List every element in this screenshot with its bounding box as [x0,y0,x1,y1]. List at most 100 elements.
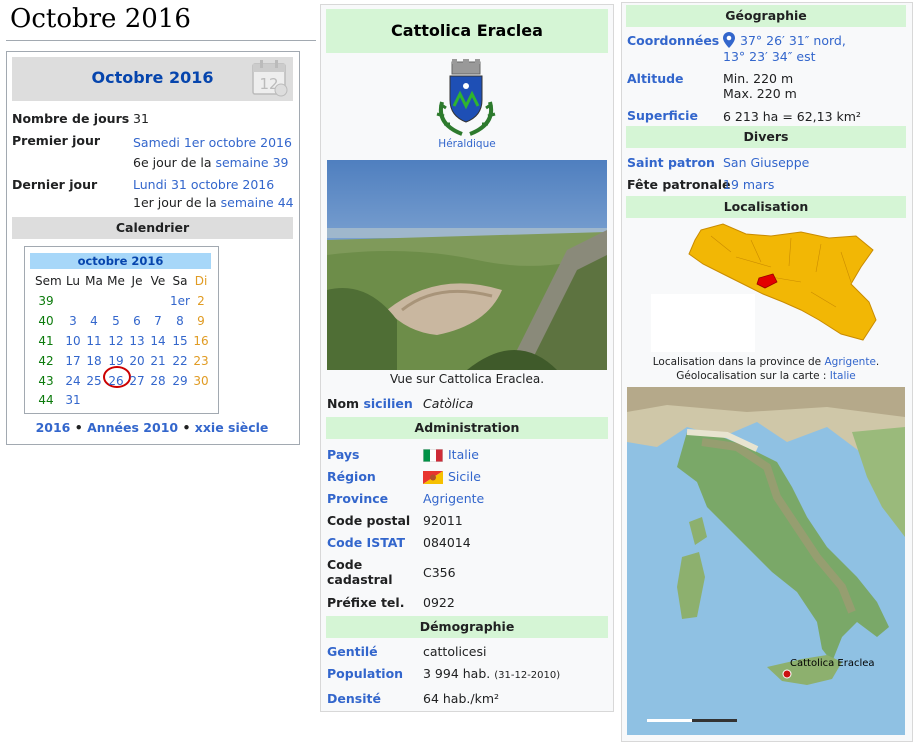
densite-value: 64 hab./km² [423,691,500,706]
calendar-day[interactable]: 22 [169,354,191,368]
calendar-day[interactable]: 18 [83,354,105,368]
link-premier-jour[interactable]: Samedi 1er octobre 2016 [133,135,292,150]
calendar-title[interactable]: octobre 2016 [30,253,211,269]
infobox-title: Cattolica Eraclea [326,9,608,53]
calendar-day[interactable]: 2 [190,294,212,308]
calendar-day[interactable]: 23 [190,354,212,368]
coordonnees-label[interactable]: Coordonnées [627,33,719,48]
calendar-heading-text: Calendrier [115,220,190,235]
calendar-week-number[interactable]: 39 [35,294,57,308]
row-value-nombre-jours: 31 [133,111,149,126]
section-divers: Divers [626,126,906,148]
calendar-day[interactable]: 16 [190,334,212,348]
map-pin-icon[interactable] [723,32,735,48]
link-century[interactable]: xxie siècle [195,420,269,435]
calendar-week-number[interactable]: 42 [35,354,57,368]
calendar-day[interactable]: 30 [190,374,212,388]
calendar-day[interactable]: 28 [147,374,169,388]
calendar-day[interactable]: 21 [147,354,169,368]
calendar-day[interactable]: 19 [105,354,127,368]
pays-value[interactable]: Italie [448,447,479,462]
region-label[interactable]: Région [327,469,376,484]
heraldique-link[interactable]: Héraldique [326,138,608,150]
calendar-day[interactable]: 26 [105,374,127,388]
photo-caption: Vue sur Cattolica Eraclea. [389,372,545,386]
link-semaine-39[interactable]: semaine 39 [215,155,288,170]
calendar-day[interactable]: 17 [62,354,84,368]
calendar-day[interactable]: 5 [105,314,127,328]
calendar-day[interactable]: 25 [83,374,105,388]
month-footer: 2016 • Années 2010 • xxie siècle [6,420,298,435]
nom-label-text: Nom [327,396,360,411]
calendar-table [24,246,219,414]
calendar-day[interactable]: 11 [83,334,105,348]
nom-label: Nom sicilien [327,396,413,411]
gentile-value: cattolicesi [423,644,487,659]
calendar-day[interactable]: 31 [62,393,84,407]
infobox-title-text: Cattolica Eraclea [391,21,543,40]
province-label[interactable]: Province [327,491,388,506]
gentile-label[interactable]: Gentilé [327,644,378,659]
calendar-day[interactable]: 3 [62,314,84,328]
italy-flag-icon [422,448,444,463]
saint-patron-label[interactable]: Saint patron [627,155,715,170]
code-istat-value: 084014 [423,535,471,550]
calendar-day[interactable]: 8 [169,314,191,328]
coat-of-arms[interactable] [432,58,500,138]
calendar-day[interactable]: 12 [105,334,127,348]
section-administration: Administration [326,417,608,439]
calendar-icon: 12 [250,59,290,97]
calendar-week-number[interactable]: 41 [35,334,57,348]
link-dernier-jour[interactable]: Lundi 31 octobre 2016 [133,177,274,192]
calendar-week-number[interactable]: 43 [35,374,57,388]
calendar-day[interactable]: 10 [62,334,84,348]
calendar-header-di: Di [194,274,208,288]
code-istat-label[interactable]: Code ISTAT [327,535,405,550]
population-date: (31-12-2010) [494,670,561,681]
calendar-day[interactable]: 13 [126,334,148,348]
calendar-header-sem: Sem [35,274,62,288]
section-demographie: Démographie [326,616,608,638]
calendar-day[interactable]: 6 [126,314,148,328]
calendar-day[interactable]: 27 [126,374,148,388]
saint-patron-value[interactable]: San Giuseppe [723,155,809,170]
densite-label[interactable]: Densité [327,691,381,706]
altitude-label[interactable]: Altitude [627,71,684,86]
coord-lon[interactable]: 13° 23′ 34″ est [723,49,816,64]
link-year[interactable]: 2016 [36,420,71,435]
population-label[interactable]: Population [327,666,403,681]
premier-jour-prefix: 6e jour de la [133,155,216,170]
calendar-day[interactable]: 1er [169,294,191,308]
calendar-day[interactable]: 7 [147,314,169,328]
calendar-day[interactable]: 24 [62,374,84,388]
link-sicilien[interactable]: sicilien [363,396,412,411]
link-agrigente[interactable]: Agrigente [824,356,875,368]
sicily-flag-icon [423,471,443,484]
province-locator-map[interactable] [651,222,881,352]
calendar-week-number[interactable]: 40 [35,314,57,328]
fete-value[interactable]: 19 mars [723,177,774,192]
link-semaine-44[interactable]: semaine 44 [221,195,294,210]
code-cadastral-label: Code cadastral [327,557,393,587]
nom-value: Catòlica [423,396,474,411]
calendar-day[interactable]: 15 [169,334,191,348]
loc-cap1-prefix: Localisation dans la province de [652,356,825,368]
altitude-max: Max. 220 m [723,86,797,101]
calendar-week-number[interactable]: 44 [35,393,57,407]
fete-label: Fête patronale [627,177,731,192]
calendar-day[interactable]: 4 [83,314,105,328]
link-decade[interactable]: Années 2010 [87,420,178,435]
heading-divider [6,40,316,41]
coord-lat[interactable]: 37° 26′ 31″ nord, [740,33,846,48]
province-value[interactable]: Agrigente [423,491,484,506]
calendar-day[interactable]: 29 [169,374,191,388]
pays-label[interactable]: Pays [327,447,359,462]
link-italie-map[interactable]: Italie [830,370,856,382]
town-photo[interactable] [327,160,607,370]
region-value[interactable]: Sicile [448,469,481,484]
calendar-day[interactable]: 14 [147,334,169,348]
calendar-day[interactable]: 9 [190,314,212,328]
calendar-day[interactable]: 20 [126,354,148,368]
italy-relief-map[interactable]: Cattolica Eraclea [627,387,905,735]
superficie-label[interactable]: Superficie [627,108,698,123]
